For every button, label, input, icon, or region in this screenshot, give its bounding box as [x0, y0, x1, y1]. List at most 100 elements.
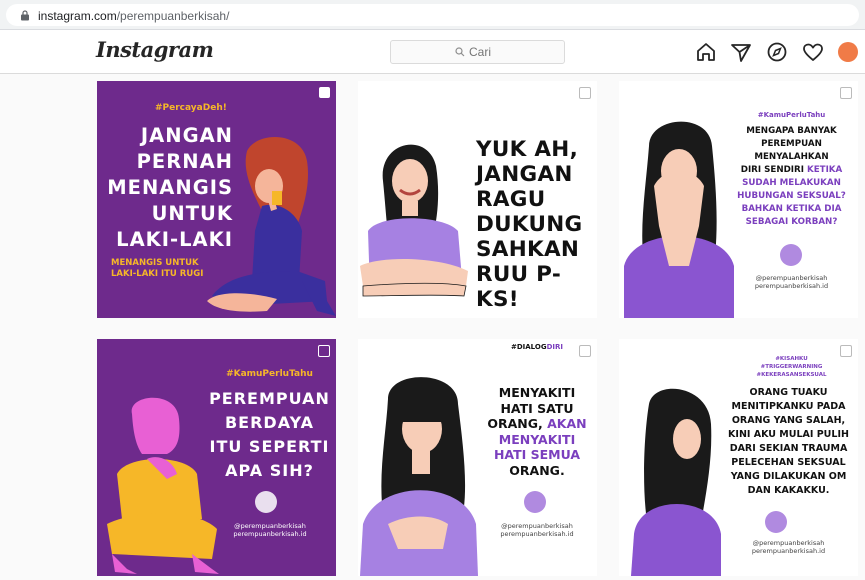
post-2[interactable]: YUK AH, JANGAN RAGU DUKUNG SAHKAN RUU P-…	[358, 81, 597, 318]
headline-text: ORANG,	[487, 416, 548, 431]
post-6[interactable]: #KISAHKU #TRIGGERWARNING #KEKERASANSEKSU…	[619, 339, 858, 576]
post-5[interactable]: #DIALOGDIRI MENYAKITI HATI SATU ORANG, A…	[358, 339, 597, 576]
headline-highlight: SUDAH MELAKUKAN	[742, 178, 841, 188]
headline-line: MENANGIS	[107, 176, 233, 199]
headline-line: UNTUK	[151, 202, 233, 225]
handle-line: @perempuanberkisah	[501, 522, 573, 530]
headline-line: MENYALAHKAN	[754, 152, 829, 162]
headline-line: PEREMPUAN	[209, 389, 330, 408]
headline-line: DIRI SENDIRI KETIKA	[729, 164, 854, 177]
carousel-icon	[840, 87, 852, 99]
face-covered-woman-illustration	[624, 121, 734, 318]
tag-text: #DIALOG	[510, 343, 547, 351]
headline-line: RUU P-KS!	[476, 262, 562, 312]
activity-button[interactable]	[800, 39, 826, 65]
post-hashtag: #PercayaDeh!	[155, 103, 227, 113]
bowing-woman-illustration	[631, 388, 721, 576]
url-text: instagram.com/perempuanberkisah/	[38, 9, 229, 23]
search-input[interactable]	[469, 43, 559, 61]
headline-line: ORANG, AKAN	[478, 416, 596, 432]
headline-line: KINI AKU MULAI PULIH	[728, 429, 849, 440]
post-3[interactable]: #KamuPerluTahu MENGAPA BANYAK PEREMPUAN …	[619, 81, 858, 318]
search-icon	[455, 47, 465, 57]
handle-line: perempuanberkisah.id	[754, 282, 829, 290]
brand-logo-icon	[765, 511, 787, 533]
post-headline-block: JANGAN PERNAH MENANGIS UNTUK LAKI-LAKI	[97, 123, 233, 253]
headline-line: JANGAN	[476, 162, 573, 187]
handle-line: @perempuanberkisah	[234, 522, 306, 530]
url-path: /perempuanberkisah/	[116, 9, 230, 23]
headline-line: ORANG YANG SALAH,	[731, 415, 846, 426]
home-button[interactable]	[693, 39, 719, 65]
post-headline-block: ORANG TUAKU MENITIPKANKU PADA ORANG YANG…	[719, 386, 858, 498]
headline-highlight: MENYAKITI	[498, 431, 576, 447]
headline-line: LAKI-LAKI	[116, 228, 233, 251]
headline-highlight: HUBUNGAN SEKSUAL?	[737, 191, 846, 201]
headline-line: APA SIH?	[225, 461, 314, 480]
headline-line: DARI SEKIAN TRAUMA	[729, 443, 848, 454]
post-subtext: MENANGIS UNTUK LAKI-LAKI ITU RUGI	[111, 258, 203, 280]
headline-line: BERDAYA	[224, 413, 314, 432]
headline-highlight: AKAN	[547, 416, 587, 431]
handle-line: @perempuanberkisah	[752, 539, 825, 547]
headline-line: MENGAPA BANYAK	[746, 126, 837, 136]
post-hashtag: #KamuPerluTahu	[226, 369, 313, 379]
brand-logo-icon	[780, 244, 802, 266]
subtext-line: LAKI-LAKI ITU RUGI	[111, 269, 204, 279]
url-field[interactable]: instagram.com/perempuanberkisah/	[6, 4, 859, 26]
headline-line: DUKUNG	[476, 212, 583, 237]
tag-highlight: DIRI	[546, 343, 564, 351]
headline-line: ORANG TUAKU	[749, 387, 828, 398]
hashtag-line: #TRIGGERWARNING	[760, 364, 823, 370]
headline-line: HATI SATU	[500, 400, 574, 416]
explore-icon	[767, 42, 787, 62]
post-handle: @perempuanberkisah perempuanberkisah.id	[478, 522, 596, 538]
hashtag-line: #KEKERASANSEKSUAL	[756, 372, 827, 378]
headline-highlight: SEBAGAI KORBAN?	[745, 217, 838, 227]
heart-icon	[803, 43, 823, 61]
handle-line: perempuanberkisah.id	[233, 530, 307, 538]
headline-line: JANGAN	[140, 124, 233, 147]
avatar[interactable]	[838, 42, 858, 62]
direct-button[interactable]	[728, 39, 754, 65]
home-icon	[697, 43, 715, 61]
headline-line: PELECEHAN SEKSUAL	[731, 457, 846, 468]
search-box[interactable]	[390, 40, 565, 64]
headline-line: MENITIPKANKU PADA	[731, 401, 846, 412]
subtext-line: MENANGIS UNTUK	[111, 258, 199, 268]
carousel-icon	[579, 87, 591, 99]
headline-highlight: BAHKAN KETIKA DIA	[741, 204, 842, 214]
browser-address-bar: instagram.com/perempuanberkisah/	[0, 0, 865, 30]
hashtag-line: #KISAHKU	[775, 356, 808, 362]
handle-line: @perempuanberkisah	[755, 274, 828, 282]
instagram-header: Instagram	[0, 30, 865, 74]
headline-line: MENYAKITI	[498, 385, 576, 400]
lock-icon	[21, 10, 29, 21]
headline-highlight: HATI SEMUA	[493, 447, 581, 462]
headline-line: DAN KAKAKKU.	[747, 485, 830, 496]
handle-line: perempuanberkisah.id	[500, 530, 574, 538]
direct-icon	[731, 44, 751, 62]
headline-line: YANG DILAKUKAN OM	[730, 471, 847, 482]
post-headline-block: MENYAKITI HATI SATU ORANG, AKAN MENYAKIT…	[478, 385, 596, 478]
headline-line: PERNAH	[136, 150, 233, 173]
post-handle: @perempuanberkisah perempuanberkisah.id	[719, 539, 858, 555]
carousel-icon	[318, 345, 330, 357]
instagram-logo[interactable]: Instagram	[96, 37, 214, 62]
headline-text: DIRI SENDIRI	[740, 165, 807, 175]
post-handle: @perempuanberkisah perempuanberkisah.id	[729, 274, 854, 290]
post-handle: @perempuanberkisah perempuanberkisah.id	[205, 522, 335, 538]
post-hashtag: #KamuPerluTahu	[757, 111, 826, 119]
post-1[interactable]: #PercayaDeh! JANGAN PERNAH MENANGIS UNTU…	[97, 81, 336, 318]
explore-button[interactable]	[764, 39, 790, 65]
headline-line: ITU SEPERTI	[209, 437, 330, 456]
sad-woman-illustration	[360, 377, 478, 576]
post-hashtag: #DIALOGDIRI	[478, 343, 596, 351]
headline-line: YUK AH,	[476, 137, 579, 162]
url-host: instagram.com	[38, 9, 117, 23]
post-headline-block: PEREMPUAN BERDAYA ITU SEPERTI APA SIH?	[203, 387, 336, 483]
brand-logo-icon	[255, 491, 277, 513]
post-headline-block: YUK AH, JANGAN RAGU DUKUNG SAHKAN RUU P-…	[476, 137, 596, 312]
post-headline-block: MENGAPA BANYAK PEREMPUAN MENYALAHKAN DIR…	[729, 125, 854, 229]
post-4[interactable]: #KamuPerluTahu PEREMPUAN BERDAYA ITU SEP…	[97, 339, 336, 576]
